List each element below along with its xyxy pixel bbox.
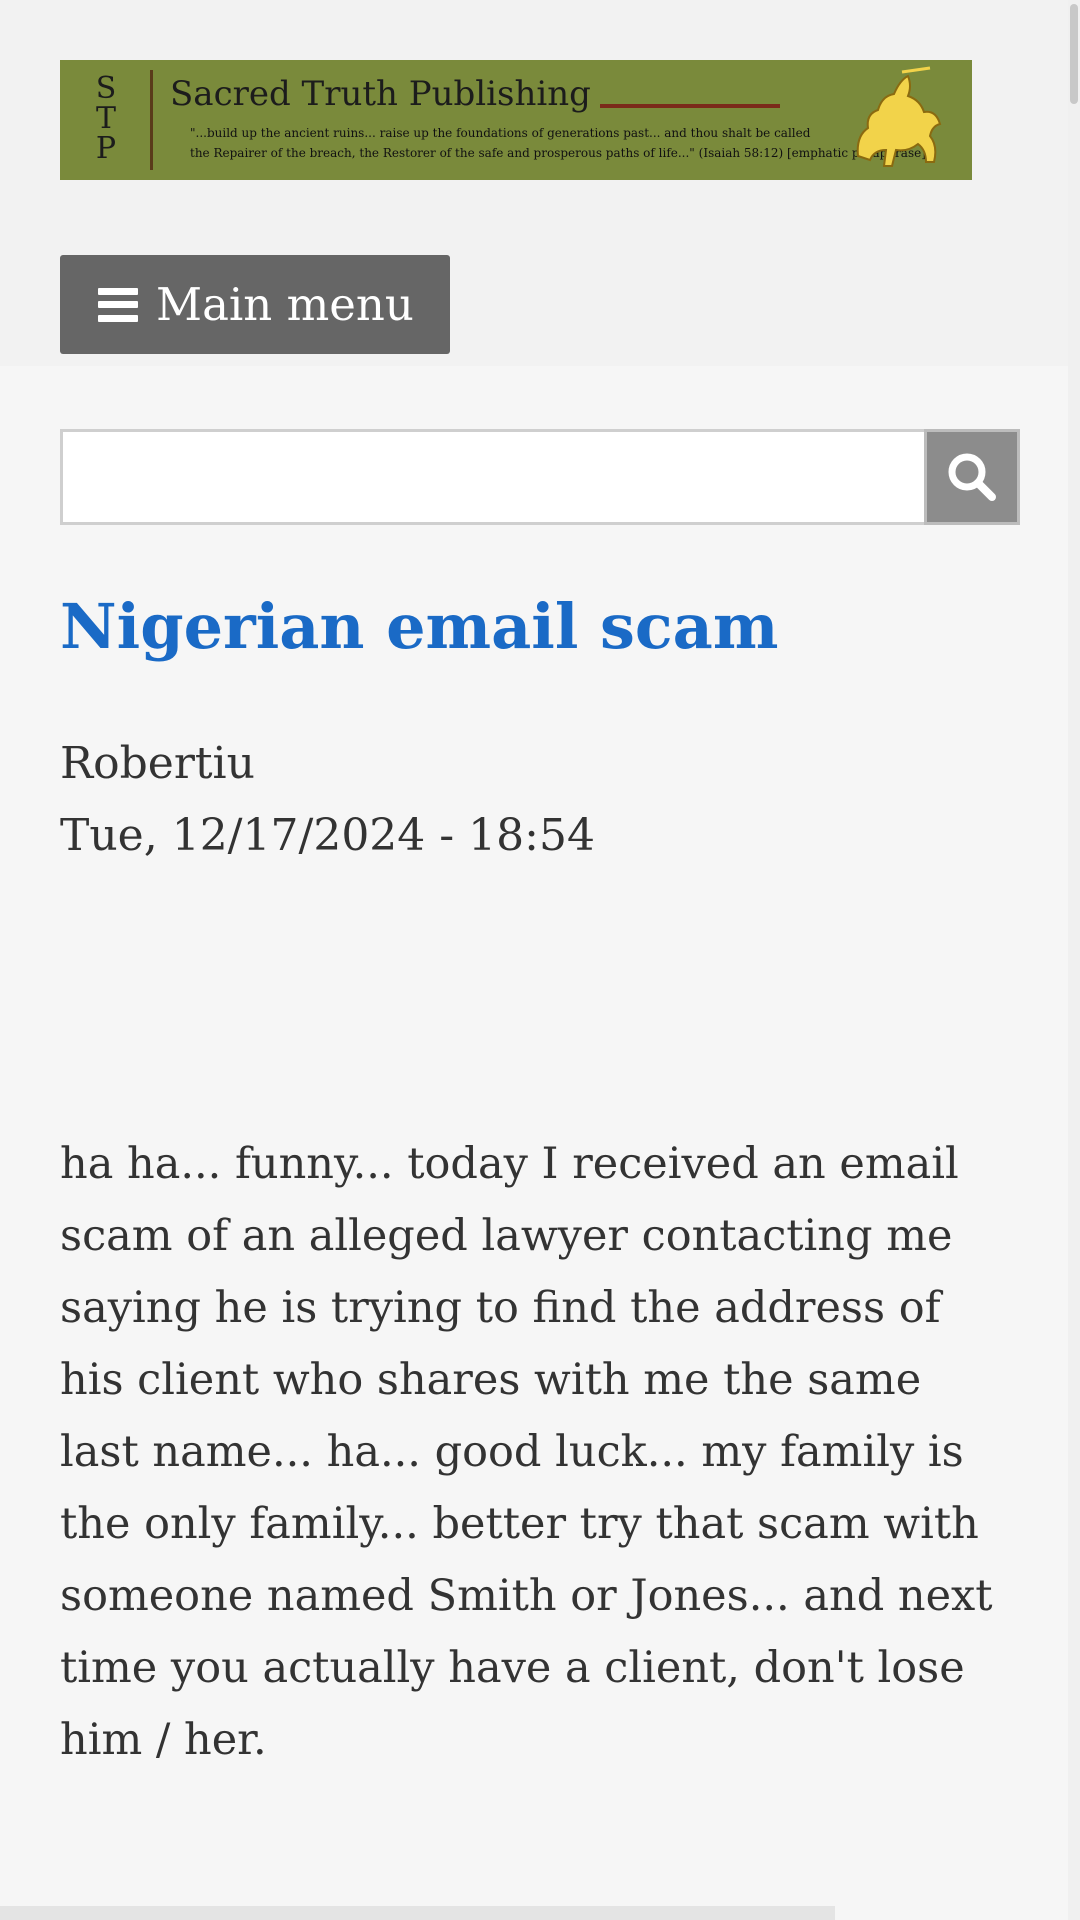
site-banner-logo[interactable]: STP Sacred Truth Publishing "...build up…: [60, 60, 972, 180]
banner-quote-line-1: "...build up the ancient ruins... raise …: [190, 126, 811, 140]
bottom-divider: [0, 1906, 835, 1920]
sword-graphic: [150, 70, 153, 170]
search-button[interactable]: [924, 429, 1020, 525]
banner-quote-line-2: the Repairer of the breach, the Restorer…: [190, 146, 926, 160]
post-body: ha ha... funny... today I received an em…: [60, 1139, 993, 1765]
post-timestamp: Tue, 12/17/2024 - 18:54: [60, 810, 595, 861]
hamburger-icon: [98, 287, 138, 322]
search-input[interactable]: [60, 429, 926, 525]
site-title: Sacred Truth Publishing: [170, 74, 591, 114]
scrollbar[interactable]: [1068, 0, 1080, 1920]
search-icon: [948, 453, 996, 501]
page-title[interactable]: Nigerian email scam: [60, 590, 778, 663]
author-name: Robertiu: [60, 738, 255, 789]
main-menu-button[interactable]: Main menu: [60, 255, 450, 354]
main-menu-label: Main menu: [156, 278, 414, 331]
rapier-graphic: [600, 104, 780, 108]
scrollbar-thumb[interactable]: [1070, 4, 1078, 104]
stp-monogram: STP: [95, 71, 117, 166]
knight-on-horse-icon: [856, 66, 942, 167]
